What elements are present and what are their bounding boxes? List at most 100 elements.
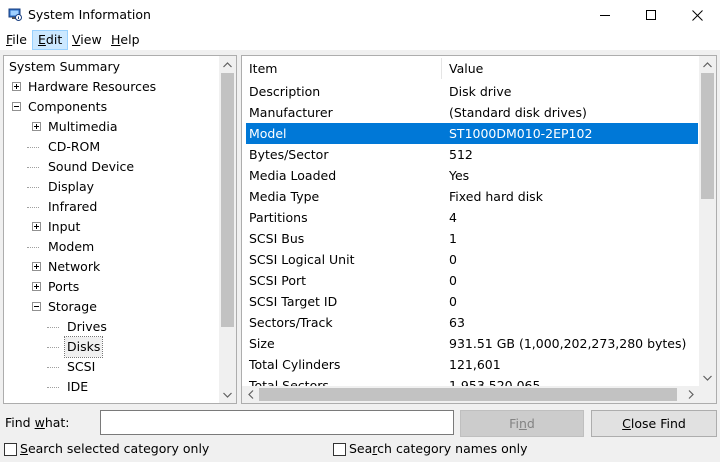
tree-item-label: Multimedia: [48, 119, 118, 134]
close-find-label: lose Find: [630, 416, 686, 431]
tree-item[interactable]: Storage: [4, 297, 218, 317]
cell-item: Media Loaded: [249, 168, 337, 183]
scroll-corner: [699, 386, 716, 403]
table-row[interactable]: SCSI Logical Unit 0: [246, 249, 698, 270]
tree-item-label: IDE: [67, 379, 89, 394]
tree-item[interactable]: Input: [4, 217, 218, 237]
tree-item[interactable]: CD-ROM: [4, 137, 218, 157]
table-row[interactable]: Model ST1000DM010-2EP102: [246, 123, 698, 144]
expand-plus-icon[interactable]: [32, 122, 41, 131]
expand-plus-icon[interactable]: [32, 262, 41, 271]
cell-item: Model: [249, 126, 287, 141]
table-row[interactable]: SCSI Target ID 0: [246, 291, 698, 312]
table-row[interactable]: Size 931.51 GB (1,000,202,273,280 bytes): [246, 333, 698, 354]
cell-item: Description: [249, 84, 321, 99]
expand-plus-icon[interactable]: [32, 282, 41, 291]
table-row[interactable]: SCSI Port 0: [246, 270, 698, 291]
minimize-button[interactable]: [582, 0, 628, 30]
cell-item: SCSI Target ID: [249, 294, 338, 309]
category-tree[interactable]: System Summary Hardware Resources Componen…: [3, 55, 237, 404]
column-header-value[interactable]: Value: [449, 56, 483, 81]
cell-item: Bytes/Sector: [249, 147, 329, 162]
table-row[interactable]: SCSI Bus 1: [246, 228, 698, 249]
tree-item-label: Sound Device: [48, 159, 135, 174]
table-row[interactable]: Bytes/Sector 512: [246, 144, 698, 165]
tree-item[interactable]: Sound Device: [4, 157, 218, 177]
table-row[interactable]: Sectors/Track 63: [246, 312, 698, 333]
menu-edit[interactable]: Edit: [32, 30, 69, 50]
tree-vertical-scrollbar[interactable]: [219, 56, 236, 403]
menu-help[interactable]: Help: [106, 30, 145, 50]
cell-value: 0: [449, 294, 457, 309]
tree-item[interactable]: Modem: [4, 237, 218, 257]
list-vertical-scrollbar[interactable]: [699, 56, 716, 386]
column-divider[interactable]: [441, 58, 442, 79]
tree-item-label: Network: [48, 259, 101, 274]
search-category-names-checkbox[interactable]: [333, 443, 346, 456]
table-row[interactable]: Manufacturer (Standard disk drives): [246, 102, 698, 123]
tree-item[interactable]: Network: [4, 257, 218, 277]
find-what-label: Find what:: [5, 415, 70, 430]
scroll-up-arrow-icon[interactable]: [219, 56, 236, 73]
tree-item[interactable]: Multimedia: [4, 117, 218, 137]
find-what-input[interactable]: [100, 410, 454, 435]
find-button[interactable]: Find: [460, 410, 584, 437]
table-row[interactable]: Description Disk drive: [246, 81, 698, 102]
cell-item: Sectors/Track: [249, 315, 333, 330]
close-find-button[interactable]: Close Find: [591, 410, 717, 437]
scroll-right-arrow-icon[interactable]: [682, 386, 699, 403]
tree-item[interactable]: Disks: [4, 336, 218, 358]
check-label-text: earch selected category only: [27, 441, 210, 456]
tree-item-label: Modem: [48, 239, 95, 254]
menu-view[interactable]: View: [67, 30, 107, 50]
scroll-down-arrow-icon[interactable]: [699, 369, 716, 386]
tree-item[interactable]: Components: [4, 97, 218, 117]
tree-item-label: Ports: [48, 279, 80, 294]
cell-value: 4: [449, 210, 457, 225]
tree-item[interactable]: Drives: [4, 317, 218, 337]
cell-value: (Standard disk drives): [449, 105, 587, 120]
search-selected-category-label[interactable]: Search selected category only: [20, 441, 209, 456]
scroll-down-arrow-icon[interactable]: [219, 386, 236, 403]
list-scroll-thumb[interactable]: [701, 73, 714, 199]
tree-item[interactable]: SCSI: [4, 357, 218, 377]
tree-item[interactable]: IDE: [4, 377, 218, 397]
tree-item[interactable]: Display: [4, 177, 218, 197]
tree-connector: [27, 147, 39, 148]
column-header-item[interactable]: Item: [249, 56, 277, 81]
scroll-left-arrow-icon[interactable]: [242, 386, 259, 403]
tree-item-label: System Summary: [9, 59, 120, 74]
scroll-up-arrow-icon[interactable]: [699, 56, 716, 73]
tree-connector: [27, 207, 39, 208]
expand-plus-icon[interactable]: [32, 222, 41, 231]
list-hscroll-thumb[interactable]: [259, 388, 677, 401]
close-button[interactable]: [674, 0, 720, 30]
menu-file[interactable]: File: [1, 30, 32, 50]
menu-edit-label: dit: [45, 32, 63, 47]
tree-item[interactable]: Ports: [4, 277, 218, 297]
maximize-button[interactable]: [628, 0, 674, 30]
cell-value: 63: [449, 315, 465, 330]
tree-item-label: Storage: [48, 299, 97, 314]
cell-value: Disk drive: [449, 84, 512, 99]
collapse-minus-icon[interactable]: [12, 102, 21, 111]
cell-item: SCSI Port: [249, 273, 307, 288]
tree-item[interactable]: Hardware Resources: [4, 77, 218, 97]
tree-scroll-thumb[interactable]: [221, 73, 234, 327]
search-category-names-label[interactable]: Search category names only: [349, 441, 528, 456]
tree-item[interactable]: System Summary: [4, 57, 218, 77]
tree-item[interactable]: Infrared: [4, 197, 218, 217]
table-row[interactable]: Media Type Fixed hard disk: [246, 186, 698, 207]
table-row[interactable]: Total Cylinders 121,601: [246, 354, 698, 375]
tree-item-label: Components: [28, 99, 108, 114]
details-list[interactable]: Item Value Description Disk drive Manufact…: [241, 55, 717, 404]
cell-item: Media Type: [249, 189, 320, 204]
system-information-icon: [8, 8, 22, 21]
table-row[interactable]: Partitions 4: [246, 207, 698, 228]
check-label-text: ch category names only: [377, 441, 528, 456]
table-row[interactable]: Media Loaded Yes: [246, 165, 698, 186]
expand-plus-icon[interactable]: [12, 82, 21, 91]
list-horizontal-scrollbar[interactable]: [242, 386, 699, 403]
collapse-minus-icon[interactable]: [32, 302, 41, 311]
search-selected-category-checkbox[interactable]: [4, 443, 17, 456]
